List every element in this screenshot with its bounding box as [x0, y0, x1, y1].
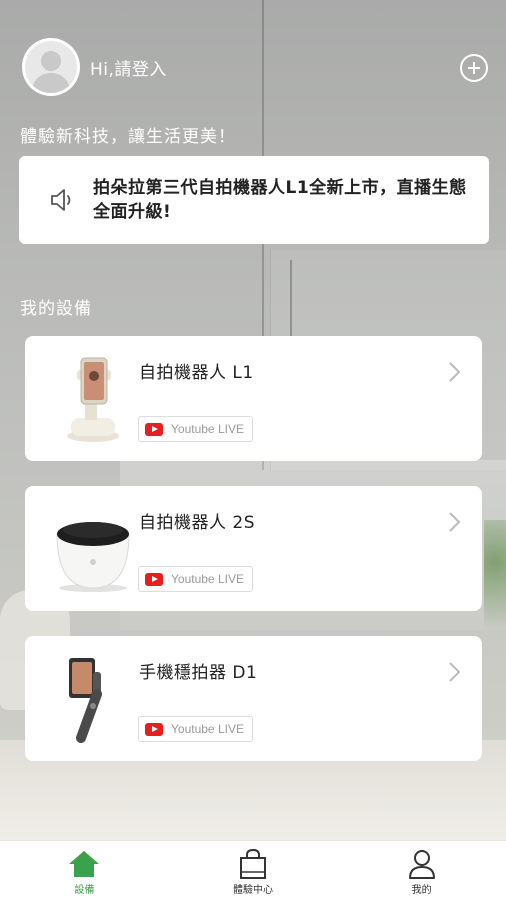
selfie-robot-l1-image — [67, 357, 119, 442]
tab-experience-center[interactable]: 體驗中心 — [169, 841, 338, 900]
chevron-right-icon — [449, 362, 461, 382]
header: Hi,請登入 — [22, 38, 488, 96]
main-content: Hi,請登入 體驗新科技，讓生活更美！ 拍朵拉第三代自拍機器人L1全新上市，直播… — [0, 0, 506, 900]
tab-label: 設備 — [74, 885, 95, 896]
youtube-live-badge[interactable]: Youtube LIVE — [138, 716, 253, 742]
announcement-card[interactable]: 拍朵拉第三代自拍機器人L1全新上市，直播生態全面升級! — [19, 156, 489, 244]
plus-circle-icon[interactable] — [460, 54, 488, 82]
chevron-right-icon — [449, 512, 461, 532]
home-icon — [69, 851, 100, 877]
chevron-right-icon — [449, 662, 461, 682]
my-devices-title: 我的設備 — [20, 299, 92, 319]
device-card-l1[interactable]: 自拍機器人 L1 Youtube LIVE — [25, 336, 482, 461]
device-name: 手機穩拍器 D1 — [139, 663, 258, 683]
device-name: 自拍機器人 2S — [139, 513, 256, 533]
tab-devices[interactable]: 設備 — [0, 841, 169, 900]
youtube-icon — [145, 722, 163, 736]
announcement-text: 拍朵拉第三代自拍機器人L1全新上市，直播生態全面升級! — [93, 178, 467, 222]
youtube-icon — [145, 572, 163, 586]
bottom-tab-bar: 設備 體驗中心 我的 — [0, 840, 506, 900]
person-icon — [408, 850, 435, 879]
device-name: 自拍機器人 L1 — [139, 363, 254, 383]
youtube-live-badge[interactable]: Youtube LIVE — [138, 416, 253, 442]
phone-gimbal-d1-image — [69, 658, 102, 743]
tab-profile[interactable]: 我的 — [337, 841, 506, 900]
youtube-live-badge[interactable]: Youtube LIVE — [138, 566, 253, 592]
youtube-live-label: Youtube LIVE — [171, 722, 244, 736]
device-card-d1[interactable]: 手機穩拍器 D1 Youtube LIVE — [25, 636, 482, 761]
user-avatar-icon[interactable] — [22, 38, 80, 96]
selfie-robot-2s-image — [56, 522, 130, 592]
login-greeting[interactable]: Hi,請登入 — [90, 55, 167, 80]
shopping-bag-icon — [240, 848, 266, 879]
tab-label: 體驗中心 — [233, 885, 273, 896]
youtube-live-label: Youtube LIVE — [171, 422, 244, 436]
device-card-2s[interactable]: 自拍機器人 2S Youtube LIVE — [25, 486, 482, 611]
speaker-icon — [51, 189, 71, 211]
tab-label: 我的 — [411, 885, 432, 896]
youtube-live-label: Youtube LIVE — [171, 572, 244, 586]
slogan-text: 體驗新科技，讓生活更美！ — [20, 127, 236, 147]
youtube-icon — [145, 422, 163, 436]
